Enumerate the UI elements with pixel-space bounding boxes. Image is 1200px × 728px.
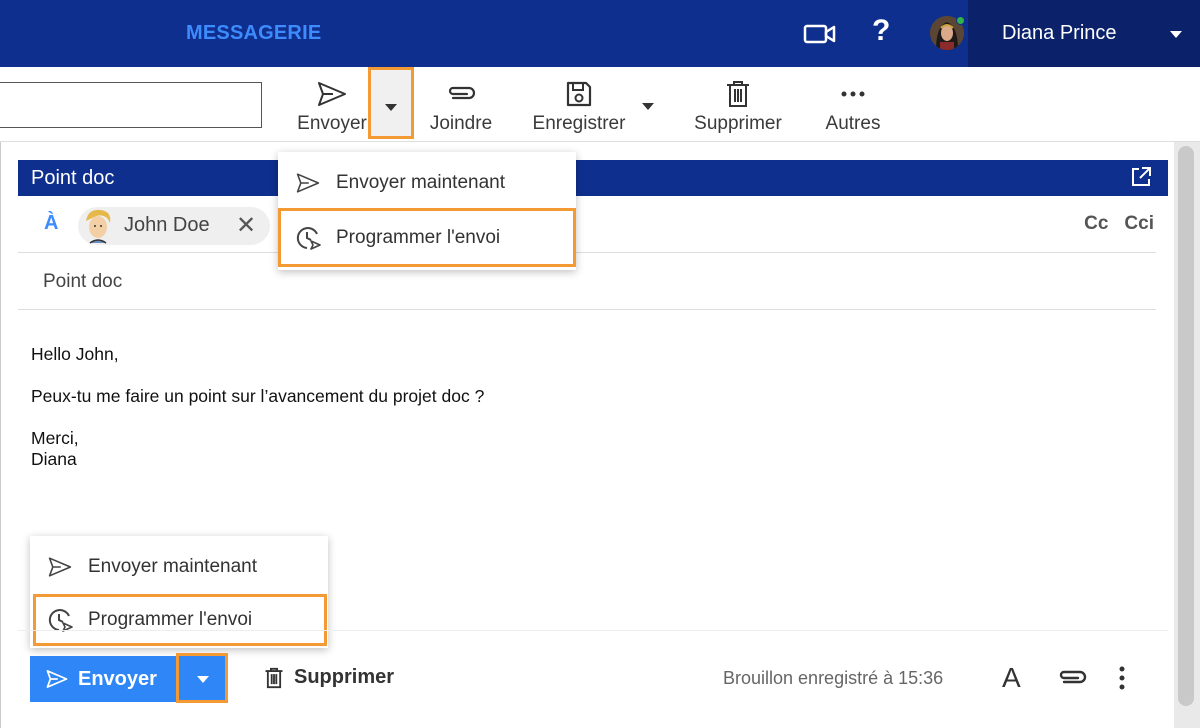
body-line: Merci, [31,428,79,448]
footer-delete-label: Supprimer [294,666,395,688]
send-now-menu-item[interactable]: Envoyer maintenant [30,539,328,595]
subject-row[interactable]: Point doc [18,253,1156,310]
video-call-icon[interactable] [803,20,837,53]
footer-send-label: Envoyer [78,667,157,690]
popout-icon[interactable] [1130,166,1152,193]
more-button[interactable]: Autres [822,77,884,135]
toolbar-search-input[interactable] [0,82,262,128]
online-status-dot [956,16,965,25]
app-title[interactable]: MESSAGERIE [186,22,321,45]
footer-delete-button[interactable]: Supprimer [264,666,394,689]
user-menu-caret-icon[interactable] [1170,31,1182,38]
send-options-menu: Envoyer maintenant Programmer l'envoi [278,152,576,270]
more-label: Autres [825,113,881,134]
body-line: Hello John, [31,344,119,364]
send-icon [295,170,321,196]
schedule-send-label: Programmer l'envoi [336,226,501,248]
more-horizontal-icon [822,77,884,111]
cc-link[interactable]: Cc [1084,213,1108,234]
top-bar: MESSAGERIE ? Diana Prince [0,0,1200,67]
send-label: Envoyer [297,113,367,134]
send-icon [294,77,370,111]
to-label: À [44,212,59,234]
more-vertical-icon[interactable] [1118,664,1126,697]
help-icon[interactable]: ? [872,14,890,48]
compose-header: Point doc [18,160,1168,196]
send-icon [47,554,73,580]
chevron-down-icon [385,104,397,111]
attach-label: Joindre [429,113,493,134]
user-name[interactable]: Diana Prince [1002,22,1117,45]
remove-recipient-icon[interactable]: ✕ [236,211,256,240]
bcc-link[interactable]: Cci [1124,213,1154,234]
send-button[interactable]: Envoyer [294,77,370,135]
message-body[interactable]: Hello John, Peux-tu me faire un point su… [31,344,484,470]
compose-title: Point doc [31,167,115,189]
scrollbar[interactable] [1178,146,1194,706]
send-now-menu-item[interactable]: Envoyer maintenant [278,155,576,211]
send-now-label: Envoyer maintenant [336,172,505,193]
schedule-send-label: Programmer l'envoi [88,609,253,630]
mail-toolbar: Envoyer Joindre Enregistrer Supprimer Au… [0,67,1200,142]
to-field-row[interactable]: À John Doe ✕ Cc Cci [18,196,1156,253]
send-now-label: Envoyer maintenant [88,556,257,577]
footer-send-button[interactable]: Envoyer [30,656,178,702]
highlight-box [176,653,228,703]
user-avatar[interactable] [930,16,965,50]
cc-links: Cc Cci [1068,213,1154,235]
body-line: Peux-tu me faire un point sur l’avanceme… [31,386,485,406]
paperclip-icon[interactable] [1056,668,1088,693]
draft-status: Brouillon enregistré à 15:36 [723,668,944,688]
send-options-dropdown[interactable] [368,67,414,139]
send-icon [46,669,68,689]
save-options-caret-icon[interactable] [642,103,654,110]
paperclip-icon [424,77,498,111]
save-button[interactable]: Enregistrer [527,77,631,135]
attach-button[interactable]: Joindre [424,77,498,135]
trash-icon [687,77,789,111]
recipient-avatar [80,207,116,245]
save-label: Enregistrer [532,113,626,134]
subject-field[interactable]: Point doc [43,271,122,293]
floppy-disk-icon [527,77,631,111]
recipient-name: John Doe [124,214,210,236]
schedule-send-menu-item[interactable]: Programmer l'envoi [278,208,576,267]
trash-icon [264,667,284,689]
body-line: Diana [31,449,77,469]
delete-button[interactable]: Supprimer [687,77,789,135]
recipient-chip[interactable]: John Doe ✕ [78,207,270,245]
delete-label: Supprimer [694,113,782,134]
text-format-icon[interactable]: A [1002,662,1021,694]
clock-send-icon [295,225,321,251]
